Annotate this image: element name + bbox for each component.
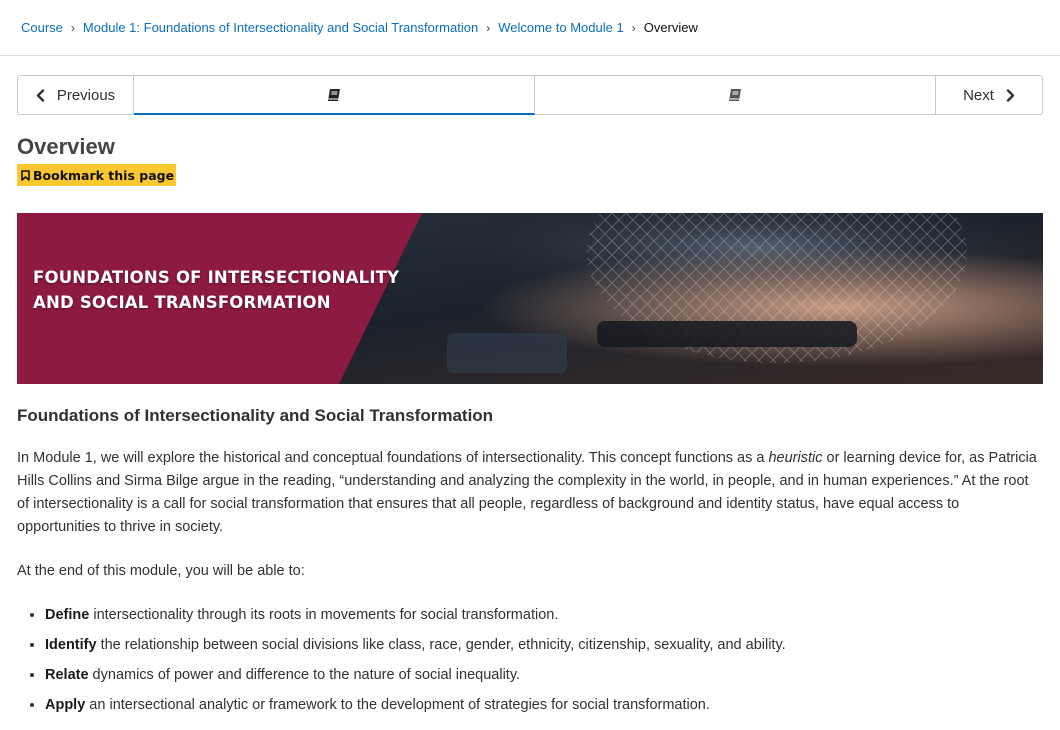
bookmark-button[interactable]: Bookmark this page: [17, 164, 177, 186]
sequence-navigation: Previous Next: [17, 75, 1043, 115]
chevron-right-icon: [1006, 88, 1015, 102]
list-item: Apply an intersectional analytic or fram…: [45, 694, 1043, 717]
next-label: Next: [963, 86, 994, 104]
breadcrumb-current: Overview: [643, 20, 698, 35]
objectives-list: Define intersectionality through its roo…: [17, 604, 1043, 717]
breadcrumb-course-link[interactable]: Course: [21, 20, 63, 35]
page-title: Overview: [17, 134, 115, 159]
previous-label: Previous: [56, 86, 116, 104]
breadcrumb: Course › Module 1: Foundations of Inters…: [0, 0, 1060, 56]
content-heading: Foundations of Intersectionality and Soc…: [17, 406, 494, 425]
objectives-lead: At the end of this module, you will be a…: [17, 563, 305, 579]
chevron-right-icon: ›: [486, 20, 491, 35]
book-icon: [328, 88, 340, 101]
chevron-right-icon: ›: [70, 20, 75, 35]
main-content: Foundations of Intersectionality and Soc…: [17, 404, 1043, 724]
previous-button[interactable]: Previous: [17, 75, 134, 115]
unit-tab-2[interactable]: [535, 75, 936, 115]
chevron-right-icon: ›: [631, 20, 636, 35]
book-icon: [729, 89, 741, 101]
bookmark-icon: [21, 169, 30, 181]
unit-tab-1[interactable]: [134, 75, 535, 115]
banner-title: FOUNDATIONS OF INTERSECTIONALITY AND SOC…: [33, 268, 400, 312]
chevron-left-icon: [36, 88, 45, 102]
list-item: Identify the relationship between social…: [45, 634, 1043, 657]
module-banner: FOUNDATIONS OF INTERSECTIONALITY AND SOC…: [17, 213, 1043, 384]
breadcrumb-welcome-link[interactable]: Welcome to Module 1: [498, 20, 624, 35]
list-item: Define intersectionality through its roo…: [45, 604, 1043, 627]
next-button[interactable]: Next: [936, 75, 1043, 115]
breadcrumb-module-link[interactable]: Module 1: Foundations of Intersectionali…: [83, 20, 478, 35]
bookmark-label: Bookmark this page: [33, 167, 175, 183]
intro-paragraph: In Module 1, we will explore the histori…: [17, 450, 1037, 535]
list-item: Relate dynamics of power and difference …: [45, 664, 1043, 687]
heuristic-emphasis: heuristic: [768, 450, 823, 466]
